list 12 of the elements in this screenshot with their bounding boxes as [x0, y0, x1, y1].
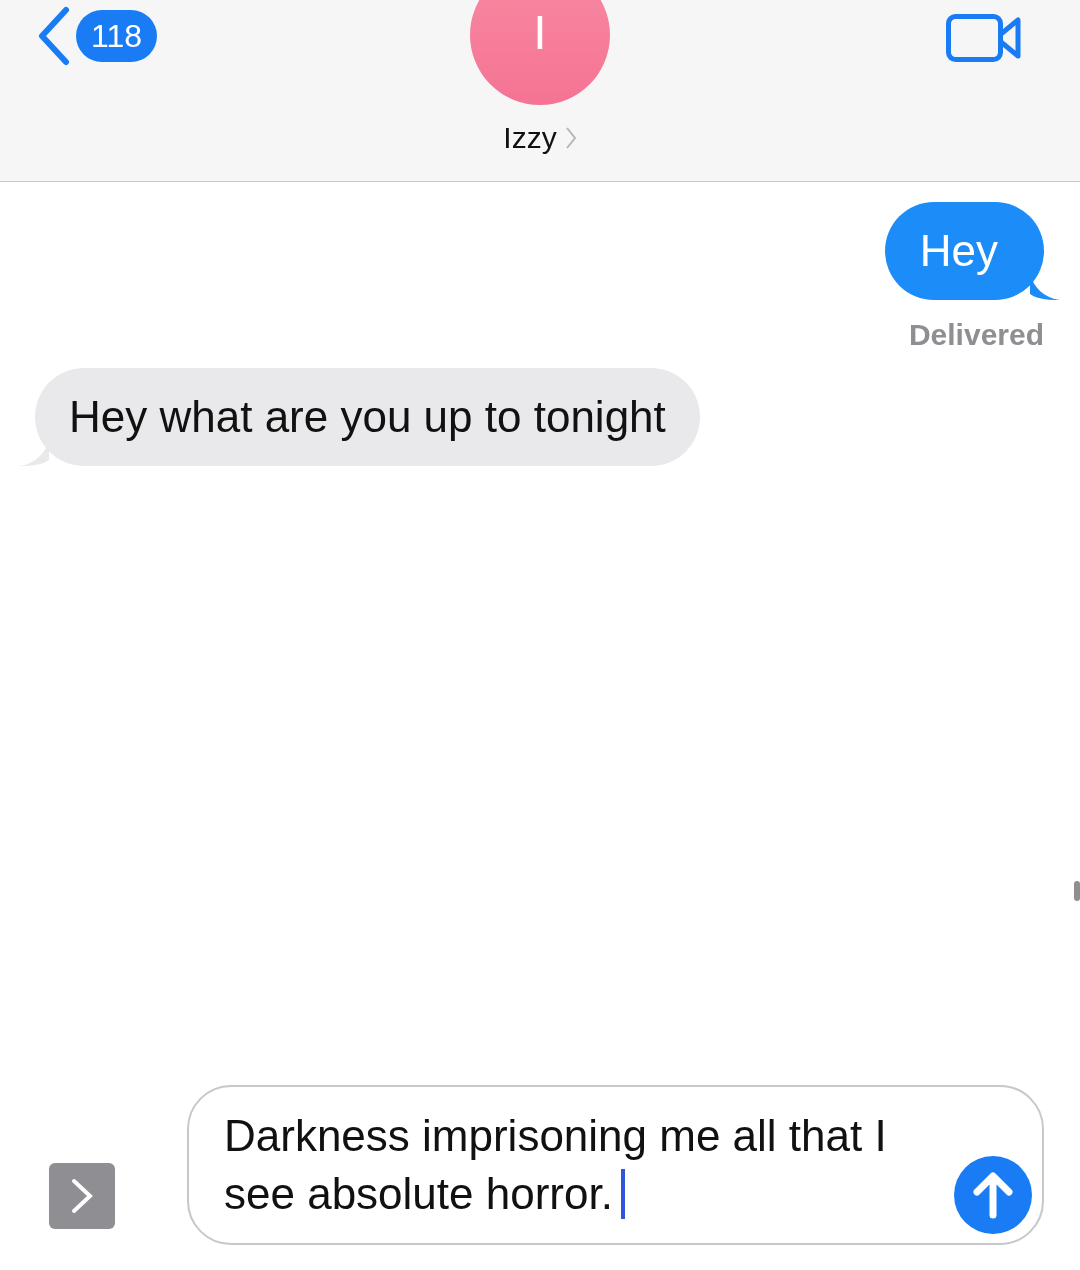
- delivery-status: Delivered: [908, 318, 1044, 352]
- scroll-indicator: [1074, 881, 1080, 901]
- contact-name-button[interactable]: Izzy: [503, 121, 577, 155]
- video-camera-icon[interactable]: [946, 14, 1022, 62]
- back-chevron-icon: [36, 6, 70, 66]
- arrow-up-icon: [973, 1171, 1013, 1219]
- back-button[interactable]: 118: [36, 6, 157, 66]
- chevron-right-icon: [564, 126, 577, 150]
- unread-count-badge: 118: [76, 10, 157, 62]
- expand-button[interactable]: [49, 1163, 115, 1229]
- message-input-field[interactable]: Darkness imprisoning me all that I see absolute horror.: [187, 1085, 1044, 1245]
- chevron-right-icon: [71, 1178, 93, 1214]
